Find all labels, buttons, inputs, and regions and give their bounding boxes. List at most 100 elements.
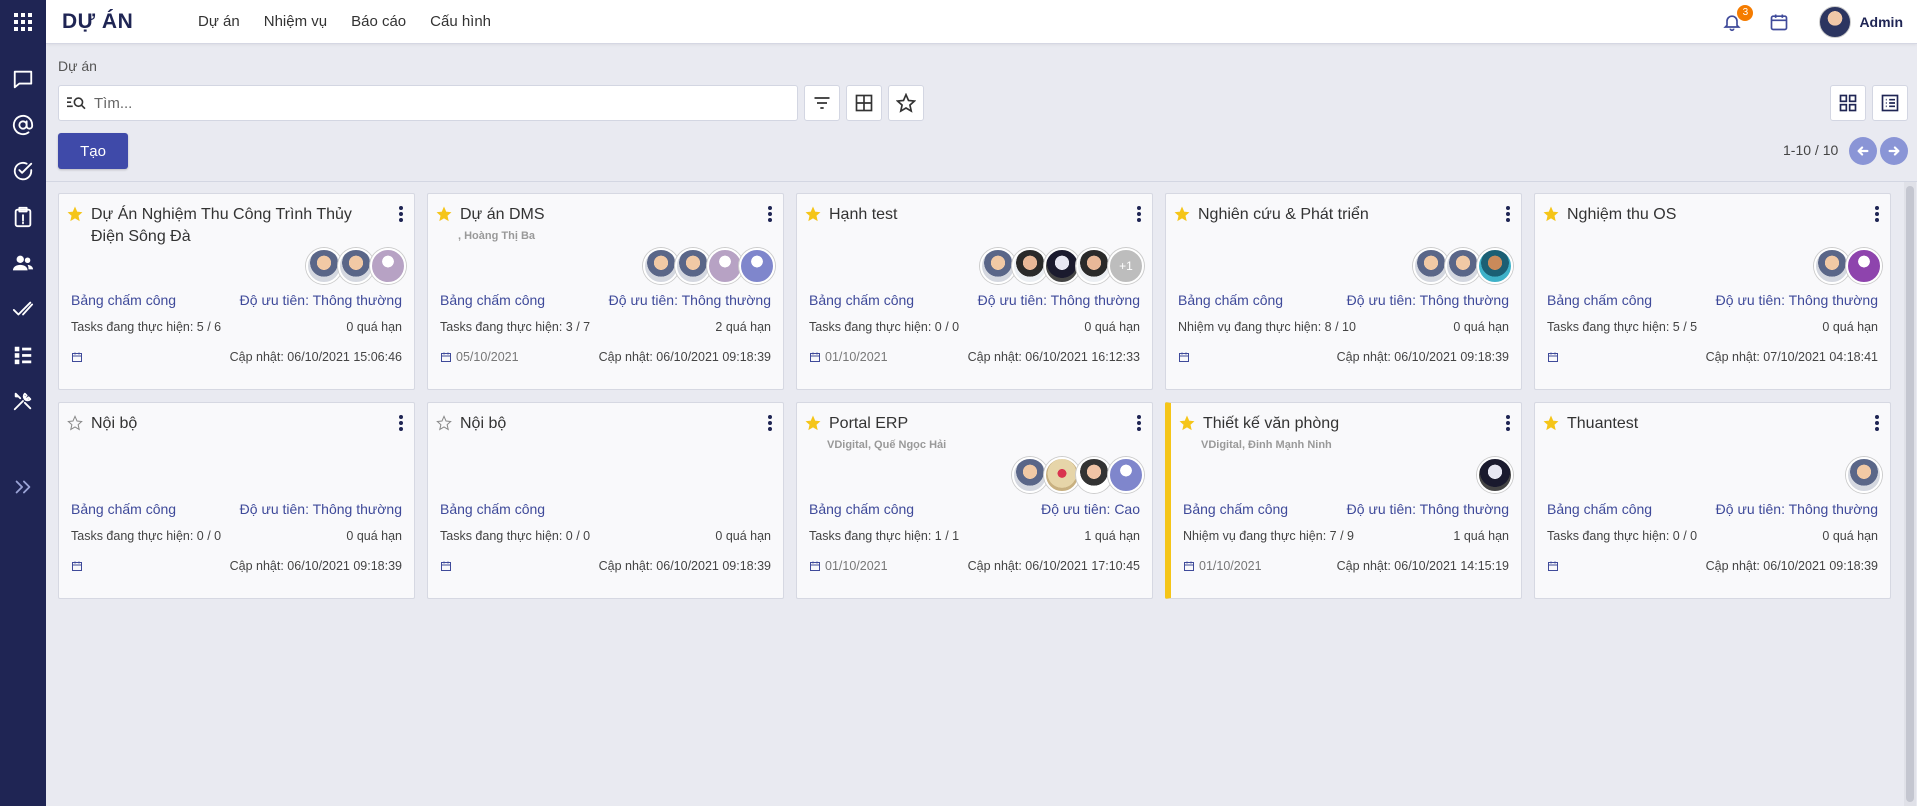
project-card[interactable]: Dự Án Nghiệm Thu Công Trình Thủy Điện Sô… [58,193,415,390]
project-title[interactable]: Dự Án Nghiệm Thu Công Trình Thủy Điện Sô… [91,204,404,248]
overdue-count[interactable]: 2 quá hạn [715,320,771,334]
pager-value[interactable]: 1-10 / 10 [1783,142,1838,158]
project-card[interactable]: Nghiệm thu OS Bảng chấm công Độ ưu tiên: T… [1534,193,1891,390]
avatar[interactable] [1846,457,1882,493]
double-check-icon[interactable] [0,286,46,332]
card-menu-icon[interactable] [396,415,406,431]
avatar[interactable] [643,248,679,284]
overdue-count[interactable]: 0 quá hạn [1453,320,1509,334]
tasks-progress[interactable]: Tasks đang thực hiện: 0 / 0 [71,529,221,543]
card-menu-icon[interactable] [396,206,406,222]
at-icon[interactable] [0,102,46,148]
favorite-star-icon[interactable] [436,415,452,431]
card-menu-icon[interactable] [765,415,775,431]
avatar[interactable] [1044,248,1080,284]
tasks-progress[interactable]: Tasks đang thực hiện: 0 / 0 [809,320,959,334]
avatar[interactable] [1477,248,1513,284]
avatar[interactable] [707,248,743,284]
tasks-progress[interactable]: Tasks đang thực hiện: 0 / 0 [440,529,590,543]
scrollbar[interactable] [1904,182,1916,806]
favorite-star-icon[interactable] [805,206,821,222]
favorite-star-icon[interactable] [1543,206,1559,222]
project-title[interactable]: Nghiên cứu & Phát triển [1198,204,1511,226]
create-button[interactable]: Tạo [58,133,128,169]
avatar[interactable] [1413,248,1449,284]
project-title[interactable]: Nghiệm thu OS [1567,204,1880,226]
menu-item-projects[interactable]: Dự án [186,13,252,30]
avatar[interactable] [1108,457,1144,493]
card-menu-icon[interactable] [1134,206,1144,222]
avatar[interactable] [1814,248,1850,284]
overdue-count[interactable]: 1 quá hạn [1453,529,1509,543]
project-card[interactable]: Nghiên cứu & Phát triển Bảng chấm công Độ … [1165,193,1522,390]
card-menu-icon[interactable] [1872,206,1882,222]
favorite-star-icon[interactable] [1179,415,1195,431]
timesheet-link[interactable]: Bảng chấm công [440,292,545,308]
tasks-progress[interactable]: Tasks đang thực hiện: 5 / 5 [1547,320,1697,334]
card-menu-icon[interactable] [1503,206,1513,222]
overdue-count[interactable]: 0 quá hạn [1084,320,1140,334]
menu-item-config[interactable]: Cấu hình [418,13,503,30]
project-title[interactable]: Nội bộ [460,413,773,435]
timesheet-link[interactable]: Bảng chấm công [1547,292,1652,308]
project-title[interactable]: Nội bộ [91,413,404,435]
avatar[interactable] [1076,457,1112,493]
card-menu-icon[interactable] [1134,415,1144,431]
avatar[interactable] [1477,457,1513,493]
timesheet-link[interactable]: Bảng chấm công [71,501,176,517]
timesheet-link[interactable]: Bảng chấm công [1178,292,1283,308]
chat-icon[interactable] [0,56,46,102]
avatar[interactable] [306,248,342,284]
favorite-star-icon[interactable] [1543,415,1559,431]
avatar[interactable] [338,248,374,284]
timesheet-link[interactable]: Bảng chấm công [1547,501,1652,517]
overdue-count[interactable]: 0 quá hạn [1822,529,1878,543]
favorite-star-icon[interactable] [1174,206,1190,222]
avatar[interactable] [980,248,1016,284]
calendar-icon[interactable] [1767,10,1791,34]
app-title[interactable]: DỰ ÁN [62,10,186,34]
scrollbar-thumb[interactable] [1906,186,1914,802]
project-card[interactable]: Thuantest Bảng chấm công Độ ưu tiên: Thông… [1534,402,1891,599]
favorites-button[interactable] [888,85,924,121]
check-circle-icon[interactable] [0,148,46,194]
avatar[interactable] [1012,248,1048,284]
avatar[interactable] [1044,457,1080,493]
kanban-view-button[interactable] [1830,85,1866,121]
project-title[interactable]: Thuantest [1567,413,1880,435]
project-card[interactable]: Hạnh test +1 Bảng chấm công Độ ưu tiên: Thô… [796,193,1153,390]
user-menu[interactable]: Admin [1819,5,1903,38]
timesheet-link[interactable]: Bảng chấm công [440,501,545,517]
search-bar[interactable] [58,85,798,121]
avatar[interactable] [1012,457,1048,493]
group-by-button[interactable] [846,85,882,121]
overdue-count[interactable]: 0 quá hạn [346,320,402,334]
avatar[interactable] [1846,248,1882,284]
overdue-count[interactable]: 0 quá hạn [1822,320,1878,334]
search-input[interactable] [94,94,774,112]
favorite-star-icon[interactable] [67,415,83,431]
card-menu-icon[interactable] [765,206,775,222]
project-card[interactable]: Portal ERP VDigital, Quế Ngọc Hải Bảng chấ… [796,402,1153,599]
bell-icon[interactable]: 3 [1719,4,1754,35]
avatar[interactable] [1076,248,1112,284]
more-members-badge[interactable]: +1 [1108,248,1144,284]
list-view-button[interactable] [1872,85,1908,121]
apps-icon[interactable] [0,2,46,42]
clipboard-icon[interactable] [0,194,46,240]
project-title[interactable]: Portal ERP [829,413,1142,435]
overdue-count[interactable]: 0 quá hạn [715,529,771,543]
tasks-progress[interactable]: Nhiệm vụ đang thực hiện: 7 / 9 [1183,529,1354,543]
tools-icon[interactable] [0,378,46,424]
pager-next[interactable] [1880,137,1908,165]
pager-previous[interactable] [1849,137,1877,165]
favorite-star-icon[interactable] [67,206,83,222]
tasks-progress[interactable]: Tasks đang thực hiện: 0 / 0 [1547,529,1697,543]
favorite-star-icon[interactable] [436,206,452,222]
project-card[interactable]: Nội bộ Bảng chấm công Độ ưu tiên: Thông th… [58,402,415,599]
overdue-count[interactable]: 0 quá hạn [346,529,402,543]
avatar[interactable] [739,248,775,284]
tasks-progress[interactable]: Tasks đang thực hiện: 1 / 1 [809,529,959,543]
timesheet-link[interactable]: Bảng chấm công [809,501,914,517]
timesheet-link[interactable]: Bảng chấm công [809,292,914,308]
